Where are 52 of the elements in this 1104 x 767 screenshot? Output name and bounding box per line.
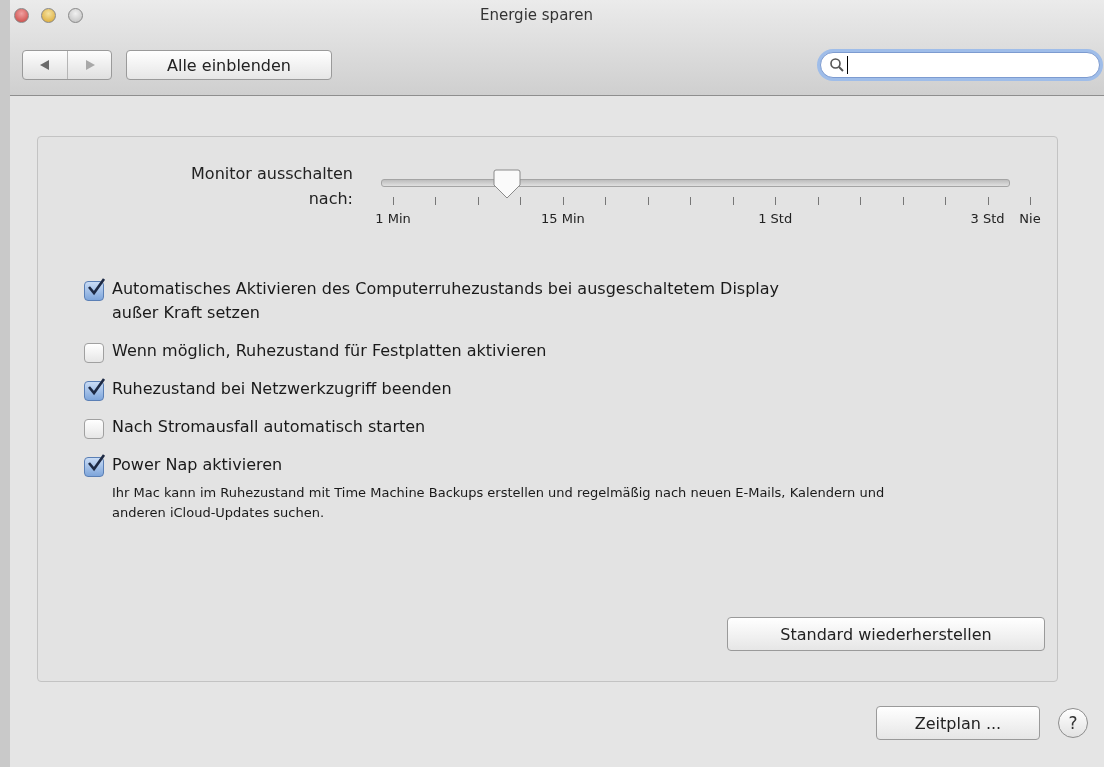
tick-mark [1030,197,1031,205]
tick-mark [690,197,692,205]
checkmark-icon [86,377,106,397]
checkbox[interactable] [84,281,104,301]
tick-mark [562,197,564,205]
schedule-button[interactable]: Zeitplan ... [876,706,1040,740]
tick-label: 15 Min [541,211,585,226]
slider-track[interactable] [381,169,1010,199]
minimize-button[interactable] [41,7,56,23]
text-cursor [847,56,848,74]
tick-mark [775,197,777,205]
tick-mark [860,197,862,205]
restore-defaults-button[interactable]: Standard wiederherstellen [727,617,1045,651]
checkbox[interactable] [84,381,104,401]
checkbox-label[interactable]: Nach Stromausfall automatisch starten [112,415,426,439]
navigation-segmented-control[interactable] [22,50,112,80]
tick-mark [987,197,989,205]
tick-mark [732,197,734,205]
checkmark-icon [86,277,106,297]
checkbox[interactable] [84,457,104,477]
checkmark-icon [86,453,106,473]
right-triangle-icon [83,60,96,70]
tick-mark [647,197,649,205]
help-button[interactable]: ? [1058,708,1088,738]
tick-mark [902,197,904,205]
checkbox-label[interactable]: Wenn möglich, Ruhezustand für Festplatten aktivieren [112,339,547,363]
tick-label: Nie [1019,211,1041,226]
tick-mark [520,197,522,205]
tick-mark [945,197,947,205]
left-triangle-icon [39,60,51,70]
option-description: Ihr Mac kann im Ruhezustand mit Time Machine Backups erstellen und regelmäßig nach neuen E-Mails, Kalendern und anderen iCloud-Updates suchen. [112,484,886,522]
search-field[interactable] [820,52,1100,78]
search-icon [829,57,845,73]
close-button[interactable] [14,7,29,23]
tick-mark [435,197,437,205]
tick-label: 1 Std [758,211,793,226]
window-title: Energie sparen [480,6,593,24]
tick-mark [477,197,479,205]
checkbox-label[interactable]: Automatisches Aktivieren des Computerruhezustands bei ausgeschaltetem Display außer Kraft setzen [112,277,792,325]
tick-mark [817,197,819,205]
checkbox[interactable] [84,419,104,439]
tick-mark [605,197,607,205]
tick-label: 3 Std [970,211,1005,226]
checkbox-label[interactable]: Ruhezustand bei Netzwerkzugriff beenden [112,377,452,401]
checkbox-label[interactable]: Power Nap aktivieren [112,453,792,477]
zoom-button[interactable] [68,7,83,23]
tick-label: 1 Min [375,211,411,226]
tick-mark [393,197,394,205]
slider-label: Monitor ausschalten nach: [190,163,353,210]
show-all-button[interactable]: Alle einblenden [126,50,332,80]
checkbox[interactable] [84,343,104,363]
slider-thumb[interactable] [492,169,521,199]
